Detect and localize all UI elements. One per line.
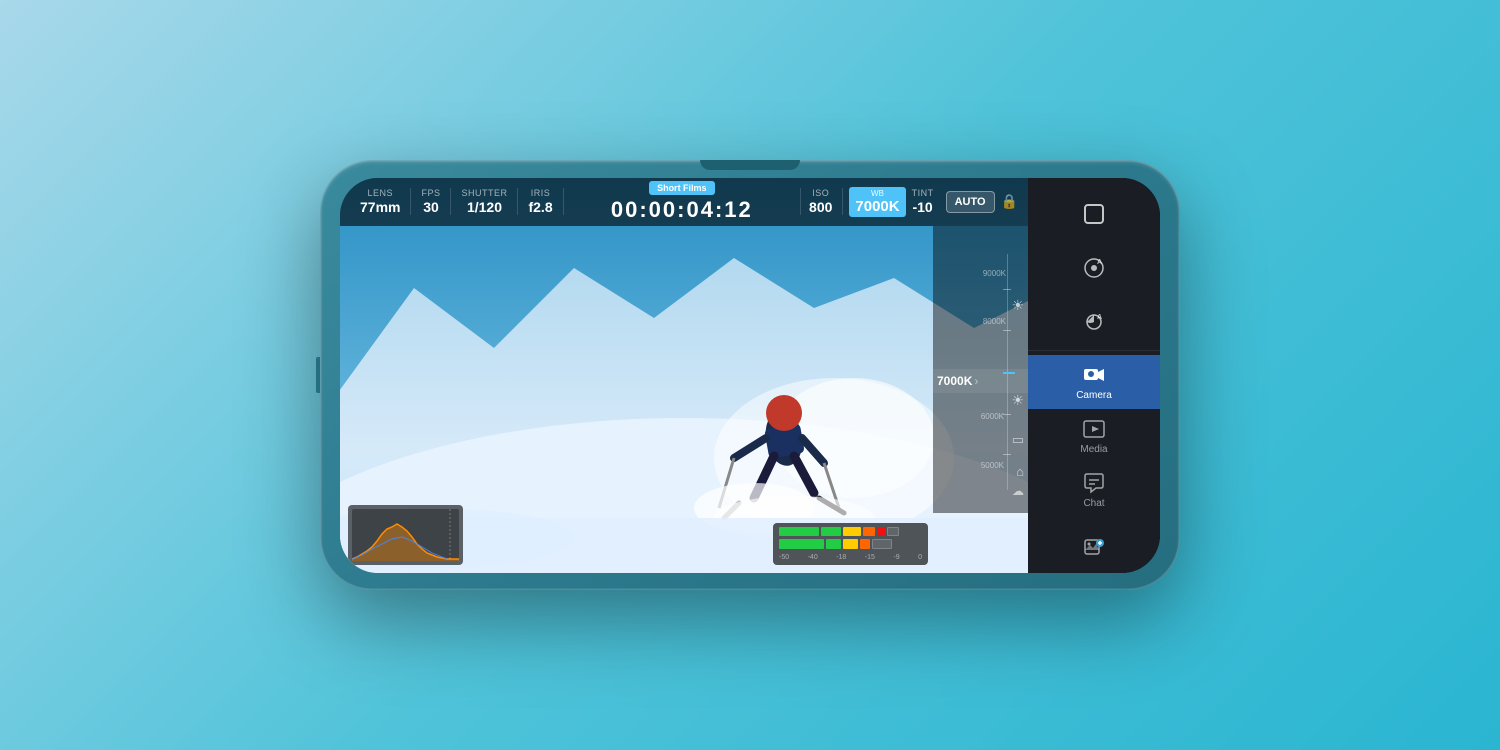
- screen-frame-button[interactable]: [1072, 192, 1116, 236]
- wb-scale-overlay: 9000K 8000K ☀ 7000K › ☀ ▭ ⌂ ☁: [933, 226, 1028, 513]
- hud-iris-value: f2.8: [528, 199, 552, 215]
- wb-ruler-line: [1007, 254, 1008, 489]
- svg-text:A: A: [1097, 314, 1102, 321]
- hud-lens-label: LENS: [367, 188, 393, 198]
- wb-tick-9000: 9000K: [983, 269, 1006, 278]
- wb-tick-4: [1003, 414, 1011, 415]
- media-nav-icon: [1082, 417, 1106, 441]
- hud-wb-label: WB: [871, 189, 884, 198]
- audio-bar-green-2: [779, 539, 824, 549]
- camera-nav-icon: [1082, 363, 1106, 387]
- nav-media-label: Media: [1080, 444, 1107, 455]
- nav-chat-label: Chat: [1083, 498, 1104, 509]
- phone-top-notch: [700, 160, 800, 170]
- hud-title-badge[interactable]: Short Films: [649, 181, 715, 195]
- audio-bar-empty-2: [872, 539, 892, 549]
- phone-screen: LENS 77mm FPS 30 SHUTTER 1/120 IRIS f2.8: [340, 178, 1160, 573]
- wb-battery-icon: ▭: [1012, 432, 1024, 448]
- hud-lens-value: 77mm: [360, 199, 400, 215]
- hud-tint-value: -10: [912, 199, 932, 215]
- hud-fps-label: FPS: [421, 188, 440, 198]
- nav-item-media[interactable]: Media: [1028, 409, 1160, 463]
- wb-tick-5: [1003, 454, 1011, 455]
- wb-tick-6000: 6000K: [981, 412, 1004, 421]
- focus-af-button[interactable]: A: [1072, 246, 1116, 290]
- audio-scale-15: -15: [865, 554, 875, 561]
- hud-shutter-label: SHUTTER: [461, 188, 507, 198]
- audio-scale-0: 0: [918, 554, 922, 561]
- hud-top-bar: LENS 77mm FPS 30 SHUTTER 1/120 IRIS f2.8: [340, 178, 1028, 226]
- audio-bar-green-1: [779, 527, 819, 537]
- wb-tick-active: [1003, 372, 1015, 374]
- hud-timecode: 00:00:04:12: [611, 197, 753, 223]
- audio-bar-orange-2: [860, 539, 870, 549]
- audio-bar-green-2b: [826, 539, 841, 549]
- wb-indicator-value: 7000K: [937, 374, 972, 388]
- wb-tick-1: [1003, 289, 1011, 290]
- exposure-button[interactable]: A: [1072, 300, 1116, 344]
- audio-scale-40: -40: [808, 554, 818, 561]
- camera-viewfinder: LENS 77mm FPS 30 SHUTTER 1/120 IRIS f2.8: [340, 178, 1028, 573]
- nav-camera-label: Camera: [1076, 390, 1112, 401]
- audio-scale: -50 -40 -18 -15 -9 0: [779, 554, 922, 561]
- wb-indicator-chevron: ›: [974, 374, 978, 388]
- hud-lock-icon[interactable]: 🔒: [1001, 193, 1018, 210]
- chat-nav-icon: [1082, 471, 1106, 495]
- hud-tint-label: TINT: [912, 188, 934, 198]
- audio-bar-red-1: [877, 527, 885, 537]
- svg-text:A: A: [1097, 259, 1102, 266]
- phone-shell: LENS 77mm FPS 30 SHUTTER 1/120 IRIS f2.8: [320, 160, 1180, 590]
- screen-frame-icon: [1083, 203, 1105, 225]
- nav-item-chat[interactable]: Chat: [1028, 463, 1160, 517]
- audio-meter-overlay: -50 -40 -18 -15 -9 0: [773, 523, 928, 565]
- hud-auto-button[interactable]: AUTO: [946, 191, 995, 213]
- focus-af-icon: A: [1081, 255, 1107, 281]
- audio-channel-2: [779, 539, 922, 549]
- hud-iso-label: ISO: [812, 188, 829, 198]
- wb-sun-icon-middle: ☀: [1011, 392, 1024, 409]
- wb-tick-5000: 5000K: [981, 461, 1004, 470]
- hud-iso-value: 800: [809, 199, 832, 215]
- wb-tick-2: [1003, 330, 1011, 331]
- audio-bar-orange-1: [863, 527, 875, 537]
- hud-fps-value: 30: [423, 199, 439, 215]
- histogram-chart: [352, 509, 459, 561]
- wb-cloud-icon: ☁: [1012, 484, 1024, 498]
- audio-channel-1: [779, 527, 922, 537]
- wb-home-icon: ⌂: [1016, 464, 1024, 479]
- audio-bar-empty-1: [887, 527, 899, 537]
- audio-bar-yellow-1: [843, 527, 861, 537]
- audio-bar-green-1b: [821, 527, 841, 537]
- hud-iris-label: IRIS: [531, 188, 551, 198]
- audio-scale-9: -9: [893, 554, 899, 561]
- wb-tick-8000: 8000K: [983, 317, 1006, 326]
- app-sidebar: A A Camera: [1028, 178, 1160, 573]
- hud-wb-section[interactable]: WB 7000K: [849, 187, 905, 217]
- audio-scale-18: -18: [836, 554, 846, 561]
- audio-scale-50: -50: [779, 554, 789, 561]
- hud-shutter-param[interactable]: SHUTTER 1/120: [451, 188, 518, 215]
- hud-lens-param[interactable]: LENS 77mm: [350, 188, 411, 215]
- sidebar-spacer: [1072, 517, 1116, 573]
- gallery-button[interactable]: [1072, 525, 1116, 569]
- hud-shutter-value: 1/120: [467, 199, 502, 215]
- extra-controls: [1072, 517, 1116, 573]
- phone-side-button[interactable]: [316, 357, 320, 393]
- hud-iso-param[interactable]: ISO 800: [800, 188, 843, 215]
- hud-wb-value: 7000K: [855, 198, 899, 215]
- wb-sun-icon-top: ☀: [1011, 297, 1024, 314]
- hud-fps-param[interactable]: FPS 30: [411, 188, 451, 215]
- hud-center-section: Short Films 00:00:04:12: [564, 181, 800, 223]
- nav-item-camera[interactable]: Camera: [1028, 355, 1160, 409]
- sidebar-top-controls: A A: [1028, 186, 1160, 351]
- exposure-icon: A: [1081, 309, 1107, 335]
- hud-iris-param[interactable]: IRIS f2.8: [518, 188, 563, 215]
- histogram-overlay: [348, 505, 463, 565]
- hud-tint-param[interactable]: TINT -10: [906, 188, 940, 215]
- audio-bar-yellow-2: [843, 539, 858, 549]
- hud-wb-active[interactable]: WB 7000K: [849, 187, 905, 217]
- gallery-icon: [1083, 536, 1105, 558]
